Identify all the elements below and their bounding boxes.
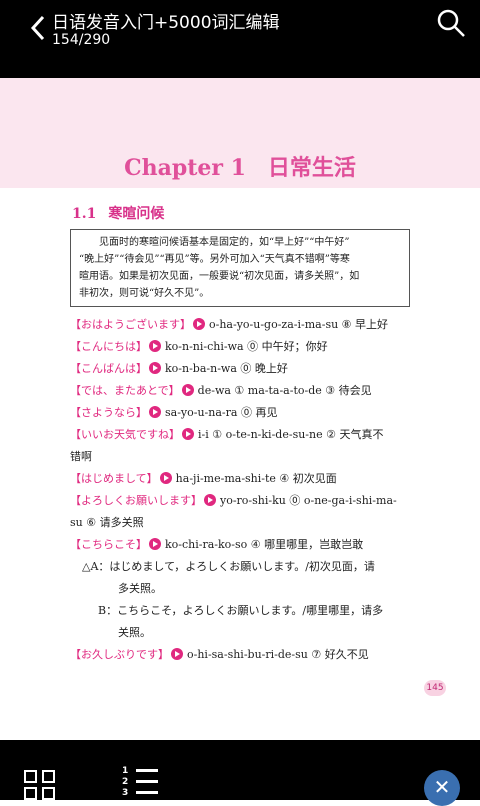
phrase-romaji: sa-yo-u-na-ra ⓪ (165, 406, 252, 419)
audio-icon[interactable] (181, 384, 194, 396)
search-icon[interactable] (436, 8, 466, 38)
phrase-romaji: o-ha-yo-u-go-za-i-ma-su ⑧ (209, 318, 352, 331)
phrase-meaning: 早上好 (355, 318, 389, 331)
phrase-japanese: 【こちらこそ】 (70, 538, 147, 551)
chapter-title: Chapter 1 日常生活 (124, 155, 356, 181)
grid-icon (42, 787, 55, 800)
close-button[interactable]: ✕ (424, 770, 460, 806)
phrase-japanese: 【こんにちは】 (70, 340, 147, 353)
audio-icon[interactable] (149, 362, 161, 374)
bottom-bar (0, 740, 480, 800)
intro-line: 非初次，则可说“好久不见”。 (79, 288, 210, 299)
intro-line: 见面时的寒暄问候语基本是固定的，如“早上好”“中午好” (99, 237, 350, 248)
phrase-romaji: ha-ji-me-ma-shi-te ④ (175, 472, 290, 485)
dialog-line: B：こちらこそ，よろしくお願いします。/哪里哪里，请多 (98, 604, 384, 617)
audio-icon[interactable] (182, 428, 194, 440)
grid-icon (24, 787, 37, 800)
phrase-list: 【おはようございます】 o-ha-yo-u-go-za-i-ma-su ⑧ 早上好… (70, 314, 415, 666)
phrase-row: 【お久しぶりです】 o-hi-sa-shi-bu-ri-de-su ⑦ 好久不见 (70, 644, 415, 666)
phrase-romaji: i-i ① o-te-n-ki-de-su-ne ② (198, 428, 336, 441)
list-icon (136, 769, 158, 772)
toc-number: 1 (122, 766, 129, 776)
phrase-meaning: 晚上好 (254, 362, 288, 375)
section-number: 1.1 (72, 206, 97, 222)
phrase-japanese: 【さようなら】 (70, 406, 147, 419)
phrase-row: 【おはようございます】 o-ha-yo-u-go-za-i-ma-su ⑧ 早上好 (70, 314, 415, 336)
grid-icon (24, 770, 37, 783)
book-title: 日语发音入门+5000词汇编辑 (52, 13, 280, 33)
toc-number: 3 (122, 788, 129, 798)
audio-icon[interactable] (149, 406, 161, 418)
grid-view-button[interactable] (24, 770, 58, 800)
audio-icon[interactable] (149, 340, 161, 352)
phrase-japanese: 【お久しぶりです】 (70, 648, 169, 661)
phrase-meaning: 好久不见 (324, 648, 369, 661)
section-title: 寒暄问候 (108, 206, 165, 222)
phrase-meaning: 初次见面 (292, 472, 337, 485)
phrase-romaji: o-hi-sa-shi-bu-ri-de-su ⑦ (187, 648, 322, 661)
phrase-japanese: 【よろしくお願いします】 (70, 494, 202, 507)
phrase-romaji: de-wa ① ma-ta-a-to-de ③ (197, 384, 336, 397)
audio-icon[interactable] (159, 472, 172, 484)
list-icon (136, 791, 158, 794)
grid-icon (42, 770, 55, 783)
dialog-line: 关照。 (118, 626, 151, 639)
audio-icon[interactable] (149, 538, 161, 550)
phrase-row: 【こんにちは】 ko-n-ni-chi-wa ⓪ 中午好；你好 (70, 336, 415, 358)
intro-box: 见面时的寒暄问候语基本是固定的，如“早上好”“中午好” “晚上好”“待会见”“再… (70, 229, 410, 307)
phrase-meaning: 再见 (255, 406, 278, 419)
phrase-meaning: 待会见 (338, 384, 372, 397)
phrase-row: 【こちらこそ】 ko-chi-ra-ko-so ④ 哪里哪里，岂敢岂敢 (70, 534, 415, 556)
audio-icon[interactable] (204, 494, 216, 506)
phrase-romaji: yo-ro-shi-ku ⓪ o-ne-ga-i-shi-ma- (220, 494, 397, 507)
phrase-row: 【いいお天気ですね】 i-i ① o-te-n-ki-de-su-ne ② 天气真… (70, 424, 415, 446)
page-counter: 154/290 (52, 32, 111, 48)
list-icon (136, 780, 158, 783)
phrase-japanese: 【はじめまして】 (70, 472, 158, 485)
phrase-meaning: 天气真不 (339, 428, 384, 441)
back-arrow-icon[interactable] (28, 14, 48, 42)
section-heading: 1.1 寒暄问候 (72, 203, 164, 223)
top-bar: 日语发音入门+5000词汇编辑 154/290 (0, 0, 480, 78)
phrase-row: 【はじめまして】 ha-ji-me-ma-shi-te ④ 初次见面 (70, 468, 415, 490)
phrase-japanese: 【おはようございます】 (70, 318, 191, 331)
phrase-row: 【さようなら】 sa-yo-u-na-ra ⓪ 再见 (70, 402, 415, 424)
phrase-continuation: su ⑥ 请多关照 (70, 516, 144, 529)
table-of-contents-button[interactable]: 1 2 3 (122, 766, 162, 800)
intro-line: 暄用语。如果是初次见面，一般要说“初次见面，请多关照”，如 (79, 271, 360, 282)
phrase-row: 【では、またあとで】 de-wa ① ma-ta-a-to-de ③ 待会见 (70, 380, 415, 402)
page-number-badge: 145 (424, 680, 446, 696)
phrase-japanese: 【こんばんは】 (70, 362, 147, 375)
audio-icon[interactable] (171, 648, 183, 660)
phrase-continuation: 错啊 (70, 450, 92, 463)
phrase-romaji: ko-chi-ra-ko-so ④ (165, 538, 261, 551)
phrase-japanese: 【いいお天気ですね】 (70, 428, 180, 441)
dialog-line: △A：はじめまして，よろしくお願いします。/初次见面，请 (82, 560, 375, 573)
phrase-meaning: 哪里哪里，岂敢岂敢 (264, 538, 364, 551)
phrase-romaji: ko-n-ba-n-wa ⓪ (165, 362, 252, 375)
phrase-meaning: 中午好；你好 (261, 340, 328, 353)
phrase-japanese: 【では、またあとで】 (70, 384, 180, 397)
phrase-row: 【よろしくお願いします】 yo-ro-shi-ku ⓪ o-ne-ga-i-shi… (70, 490, 415, 512)
intro-line: “晚上好”“待会见”“再见”等。另外可加入“天气真不错啊”等寒 (79, 254, 350, 265)
phrase-romaji: ko-n-ni-chi-wa ⓪ (165, 340, 259, 353)
dialog-line: 多关照。 (118, 582, 162, 595)
toc-number: 2 (122, 777, 129, 787)
audio-icon[interactable] (193, 318, 205, 330)
phrase-row: 【こんばんは】 ko-n-ba-n-wa ⓪ 晚上好 (70, 358, 415, 380)
